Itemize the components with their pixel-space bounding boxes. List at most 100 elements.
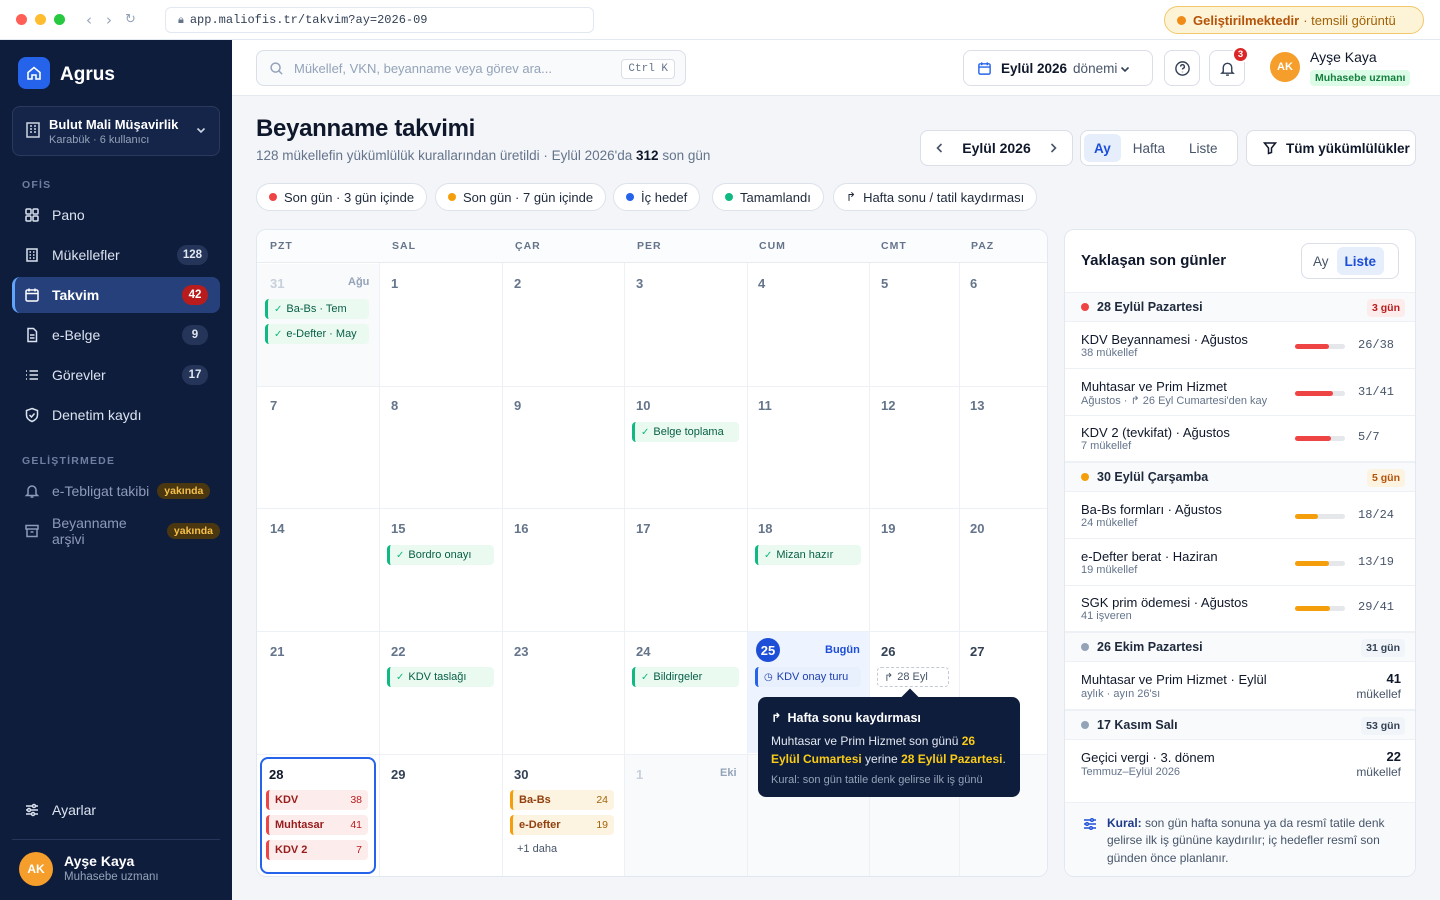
sidebar-item-mukellefler[interactable]: Mükellefler 128	[12, 237, 220, 273]
sidebar-item-gorevler[interactable]: Görevler 17	[12, 357, 220, 393]
holiday-shift-marker[interactable]: ↱ 28 Eyl	[877, 667, 949, 687]
day-11[interactable]: 11	[758, 398, 772, 413]
tab-month[interactable]: Ay	[1305, 247, 1337, 275]
close-window-dot[interactable]	[16, 14, 27, 25]
day-30[interactable]: 30	[514, 767, 528, 782]
event-belge-toplama[interactable]: ✓ Belge toplama	[632, 422, 739, 442]
tab-week[interactable]: Hafta	[1121, 134, 1177, 162]
search-input[interactable]: Mükellef, VKN, beyanname veya görev ara.…	[256, 50, 686, 86]
sidebar-item-beyanname-arsivi[interactable]: Beyanname arşivi yakında	[12, 513, 220, 549]
day-28[interactable]: 28	[269, 767, 283, 782]
today-day-25[interactable]: 25	[756, 638, 780, 662]
deadline-item[interactable]: Ba-Bs formları · Ağustos 24 mükellef 18/…	[1065, 492, 1415, 539]
day-31[interactable]: 31	[270, 276, 284, 291]
period-selector[interactable]: Eylül 2026 dönemi	[963, 50, 1153, 86]
day-4[interactable]: 4	[758, 276, 765, 291]
gray-dot	[1081, 643, 1089, 651]
sidebar-item-pano[interactable]: Pano	[12, 197, 220, 233]
legend-chip-internal-target[interactable]: İç hedef	[613, 183, 701, 211]
legend-chip-holiday-shift[interactable]: ↱ Hafta sonu / tatil kaydırması	[833, 183, 1038, 211]
tab-month[interactable]: Ay	[1084, 134, 1121, 162]
day-22[interactable]: 22	[391, 644, 405, 659]
organization-switcher[interactable]: Bulut Mali Müşavirlik Karabük · 6 kullan…	[12, 106, 220, 156]
day-8[interactable]: 8	[391, 398, 398, 413]
deadline-item[interactable]: Muhtasar ve Prim Hizmet Ağustos · ↱ 26 E…	[1065, 369, 1415, 416]
event-edefter[interactable]: e-Defter 19	[510, 815, 614, 835]
sidebar-item-denetim-kaydi[interactable]: Denetim kaydı	[12, 397, 220, 433]
day-20[interactable]: 20	[970, 521, 984, 536]
item-subtitle: 19 mükellef	[1081, 564, 1138, 576]
grid-icon	[25, 208, 39, 222]
deadline-item[interactable]: KDV 2 (tevkifat) · Ağustos 7 mükellef 5/…	[1065, 416, 1415, 462]
minimize-window-dot[interactable]	[35, 14, 46, 25]
event-kdv[interactable]: KDV 38	[266, 790, 368, 810]
chevron-right-icon[interactable]	[1046, 141, 1060, 155]
chevron-left-icon[interactable]	[933, 141, 947, 155]
event-mizan-hazir[interactable]: ✓ Mizan hazır	[755, 545, 861, 565]
day-16[interactable]: 16	[514, 521, 528, 536]
event-ba-bs-tem[interactable]: ✓ Ba-Bs · Tem	[265, 299, 369, 319]
day-5[interactable]: 5	[881, 276, 888, 291]
sidebar-item-ebelge[interactable]: e-Belge 9	[12, 317, 220, 353]
day-26[interactable]: 26	[881, 644, 895, 659]
sidebar-user[interactable]: AK Ayşe Kaya Muhasebe uzmanı	[19, 852, 159, 886]
day-10[interactable]: 10	[636, 398, 650, 413]
sidebar-item-ayarlar[interactable]: Ayarlar	[12, 792, 220, 828]
day-17[interactable]: 17	[636, 521, 650, 536]
maximize-window-dot[interactable]	[54, 14, 65, 25]
day-29[interactable]: 29	[391, 767, 405, 782]
day-2[interactable]: 2	[514, 276, 521, 291]
sidebar-item-takvim[interactable]: Takvim 42	[12, 277, 220, 313]
deadline-item[interactable]: KDV Beyannamesi · Ağustos 38 mükellef 26…	[1065, 322, 1415, 369]
tab-list[interactable]: Liste	[1336, 247, 1385, 275]
sidebar-item-etebligat[interactable]: e-Tebligat takibi yakında	[12, 473, 220, 509]
day-27[interactable]: 27	[970, 644, 984, 659]
deadline-item[interactable]: e-Defter berat · Haziran 19 mükellef 13/…	[1065, 539, 1415, 586]
reload-icon[interactable]: ↻	[125, 12, 136, 27]
event-ba-bs[interactable]: Ba-Bs 24	[510, 790, 614, 810]
tooltip-body: Muhtasar ve Prim Hizmet son günü 26 Eylü…	[771, 732, 1007, 768]
top-user-menu[interactable]: AK Ayşe Kaya Muhasebe uzmanı	[1270, 49, 1411, 86]
deadline-item[interactable]: Muhtasar ve Prim Hizmet · Eylül aylık · …	[1065, 662, 1415, 710]
day-21[interactable]: 21	[270, 644, 284, 659]
legend-chip-completed[interactable]: Tamamlandı	[712, 183, 824, 211]
day-7[interactable]: 7	[270, 398, 277, 413]
event-kdv-2[interactable]: KDV 2 7	[266, 840, 368, 860]
day-3[interactable]: 3	[636, 276, 643, 291]
day-14[interactable]: 14	[270, 521, 284, 536]
event-edefter-may[interactable]: ✓ e-Defter · May	[265, 324, 369, 344]
more-events-link[interactable]: +1 daha	[517, 843, 557, 855]
day-24[interactable]: 24	[636, 644, 650, 659]
item-subtitle: aylık · ayın 26'sı	[1081, 688, 1161, 700]
day-12[interactable]: 12	[881, 398, 895, 413]
url-bar[interactable]: 🔒︎ app.maliofis.tr/takvim?ay=2026-09	[165, 7, 594, 33]
event-kdv-onay-turu[interactable]: ◷ KDV onay turu	[755, 667, 861, 687]
day-18[interactable]: 18	[758, 521, 772, 536]
forward-arrow-icon[interactable]: ›	[106, 11, 112, 29]
day-19[interactable]: 19	[881, 521, 895, 536]
day-15[interactable]: 15	[391, 521, 405, 536]
deadline-item[interactable]: SGK prim ödemesi · Ağustos 41 işveren 29…	[1065, 586, 1415, 632]
day-23[interactable]: 23	[514, 644, 528, 659]
day-6[interactable]: 6	[970, 276, 977, 291]
help-button[interactable]	[1164, 50, 1200, 86]
day-next-1[interactable]: 1	[636, 767, 643, 782]
event-bildirgeler[interactable]: ✓ Bildirgeler	[632, 667, 739, 687]
progress-fill	[1295, 606, 1331, 611]
back-arrow-icon[interactable]: ‹	[86, 11, 92, 29]
clock-icon: ◷	[764, 671, 773, 683]
notifications-button[interactable]: 3	[1209, 46, 1249, 86]
event-muhtasar[interactable]: Muhtasar 41	[266, 815, 368, 835]
day-13[interactable]: 13	[970, 398, 984, 413]
event-bordro-onayi[interactable]: ✓ Bordro onayı	[387, 545, 494, 565]
home-logo-icon[interactable]	[18, 57, 50, 89]
deadline-item[interactable]: Geçici vergi · 3. dönem Temmuz–Eylül 202…	[1065, 740, 1415, 788]
tab-list[interactable]: Liste	[1177, 134, 1230, 162]
legend-chip-3-days[interactable]: Son gün · 3 gün içinde	[256, 183, 428, 211]
event-kdv-taslagi[interactable]: ✓ KDV taslağı	[387, 667, 494, 687]
day-1[interactable]: 1	[391, 276, 398, 291]
day-9[interactable]: 9	[514, 398, 521, 413]
legend-chip-7-days[interactable]: Son gün · 7 gün içinde	[435, 183, 607, 211]
filter-button[interactable]: Tüm yükümlülükler	[1246, 130, 1416, 166]
next-month-label: Eki	[720, 767, 737, 779]
